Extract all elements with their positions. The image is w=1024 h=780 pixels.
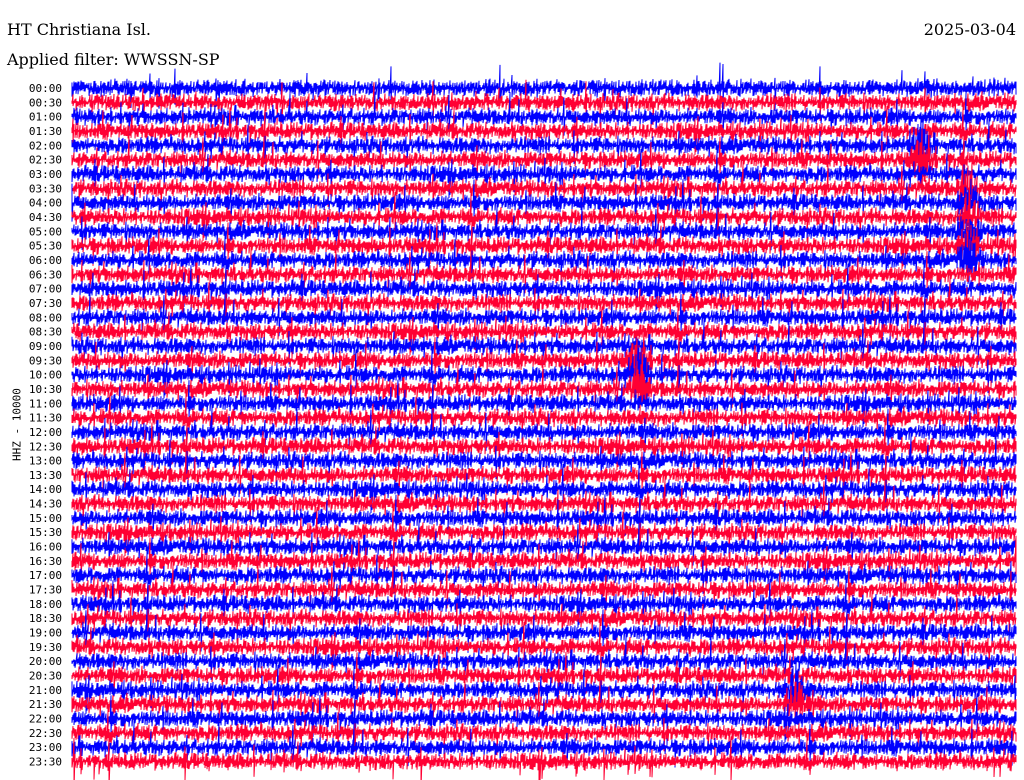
row-time-label: 23:30 (29, 756, 62, 769)
row-time-label: 07:00 (29, 283, 62, 296)
row-time-label: 14:00 (29, 483, 62, 496)
row-time-label: 21:00 (29, 684, 62, 697)
row-time-label: 15:00 (29, 512, 62, 525)
row-time-label: 12:00 (29, 426, 62, 439)
row-time-label: 10:00 (29, 369, 62, 382)
row-time-label: 01:00 (29, 111, 62, 124)
row-time-label: 02:30 (29, 154, 62, 167)
row-time-label: 01:30 (29, 125, 62, 138)
row-time-label: 22:30 (29, 727, 62, 740)
row-time-label: 03:30 (29, 182, 62, 195)
row-time-label: 17:30 (29, 584, 62, 597)
row-time-label: 08:30 (29, 326, 62, 339)
row-time-label: 05:00 (29, 225, 62, 238)
row-time-label: 09:30 (29, 354, 62, 367)
row-time-label: 22:00 (29, 713, 62, 726)
row-time-label: 10:30 (29, 383, 62, 396)
row-time-label: 15:30 (29, 526, 62, 539)
row-time-label: 07:30 (29, 297, 62, 310)
helicorder-plot: 00:0000:30 01:0001:3002:00 02:3003:0003:30… (29, 62, 1017, 780)
row-time-label: 23:00 (29, 741, 62, 754)
row-time-label: 18:30 (29, 612, 62, 625)
row-time-label: 02:00 (29, 139, 62, 152)
row-time-label: 19:30 (29, 641, 62, 654)
row-time-label: 17:00 (29, 569, 62, 582)
row-time-label: 20:30 (29, 670, 62, 683)
row-time-label: 00:00 (29, 82, 62, 95)
row-time-label: 06:30 (29, 268, 62, 281)
row-time-label: 04:00 (29, 197, 62, 210)
trace-row (71, 736, 1017, 780)
row-time-label: 12:30 (29, 440, 62, 453)
row-time-label: 05:30 (29, 240, 62, 253)
row-time-label: 00:30 (29, 96, 62, 109)
row-time-label: 16:00 (29, 541, 62, 554)
row-time-label: 20:00 (29, 655, 62, 668)
row-time-label: 14:30 (29, 498, 62, 511)
row-time-label: 13:30 (29, 469, 62, 482)
trace-row (71, 347, 1017, 403)
row-time-label: 11:00 (29, 397, 62, 410)
row-time-label: 13:00 (29, 455, 62, 468)
row-time-label: 11:30 (29, 412, 62, 425)
row-time-label: 06:00 (29, 254, 62, 267)
row-time-label: 09:00 (29, 340, 62, 353)
row-time-label: 03:00 (29, 168, 62, 181)
row-time-label: 19:00 (29, 627, 62, 640)
row-time-label: 16:30 (29, 555, 62, 568)
row-time-label: 21:30 (29, 698, 62, 711)
row-time-label: 18:00 (29, 598, 62, 611)
row-time-label: 04:30 (29, 211, 62, 224)
row-time-label: 08:00 (29, 311, 62, 324)
